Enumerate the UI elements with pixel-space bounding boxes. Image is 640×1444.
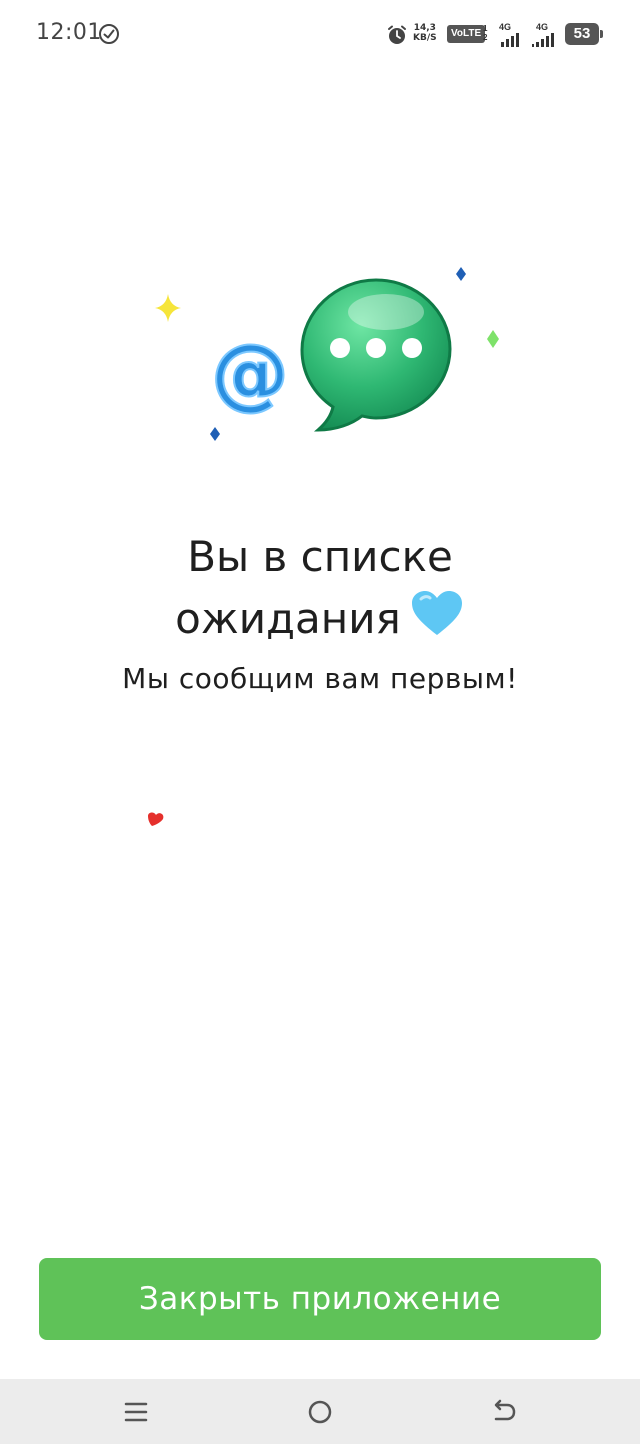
chat-illustration: @ bbox=[155, 267, 499, 441]
volte-badge: VoLTE bbox=[447, 25, 486, 43]
svg-text:@: @ bbox=[211, 329, 289, 419]
check-circle-icon bbox=[99, 24, 119, 44]
net-speed: 14,3 KB/S bbox=[413, 23, 437, 43]
network-2-label: 4G bbox=[536, 22, 549, 32]
alarm-icon bbox=[388, 25, 406, 44]
system-nav-bar bbox=[0, 1379, 640, 1444]
network-1: 4G bbox=[499, 22, 521, 51]
title-line-2-wrap: ожидания bbox=[0, 588, 640, 650]
net-speed-value: 14,3 bbox=[413, 23, 436, 33]
page-subtitle: Мы сообщим вам первым! bbox=[122, 662, 518, 695]
sparkle-green-icon bbox=[487, 330, 499, 348]
network-1-label: 4G bbox=[499, 22, 512, 32]
at-sign-icon: @ bbox=[210, 328, 290, 420]
sparkle-blue-small-icon bbox=[210, 427, 220, 441]
sparkle-yellow-icon bbox=[155, 294, 181, 322]
red-heart-mark-icon bbox=[148, 812, 164, 826]
battery-tip bbox=[600, 30, 603, 38]
light-blue-heart-icon bbox=[411, 591, 462, 635]
network-2: 4G bbox=[530, 22, 554, 51]
battery-icon: 53 bbox=[565, 23, 599, 45]
signal-icon bbox=[501, 33, 519, 47]
page-title: Вы в списке ожидания bbox=[0, 526, 640, 650]
sparkle-blue-icon bbox=[456, 267, 466, 281]
status-time: 12:01 bbox=[36, 20, 102, 45]
sim-1-label: 1 bbox=[483, 24, 488, 33]
sim-2-label: 2 bbox=[483, 33, 488, 42]
status-bar: 12:01 14,3 KB/S VoLTE 1 2 4G 4G 53 bbox=[0, 0, 640, 70]
title-line-2: ожидания bbox=[175, 594, 401, 643]
status-icons: 14,3 KB/S VoLTE 1 2 4G 4G 53 bbox=[386, 20, 606, 48]
home-icon[interactable] bbox=[305, 1397, 335, 1427]
title-line-1: Вы в списке bbox=[187, 532, 453, 581]
close-app-button[interactable]: Закрыть приложение bbox=[39, 1258, 601, 1340]
sim-indicator: 1 2 bbox=[483, 24, 487, 42]
speech-bubble-icon bbox=[300, 278, 452, 432]
net-speed-unit: KB/S bbox=[413, 33, 437, 43]
signal-icon bbox=[532, 33, 554, 47]
menu-icon[interactable] bbox=[121, 1397, 151, 1427]
back-icon[interactable] bbox=[489, 1397, 519, 1427]
